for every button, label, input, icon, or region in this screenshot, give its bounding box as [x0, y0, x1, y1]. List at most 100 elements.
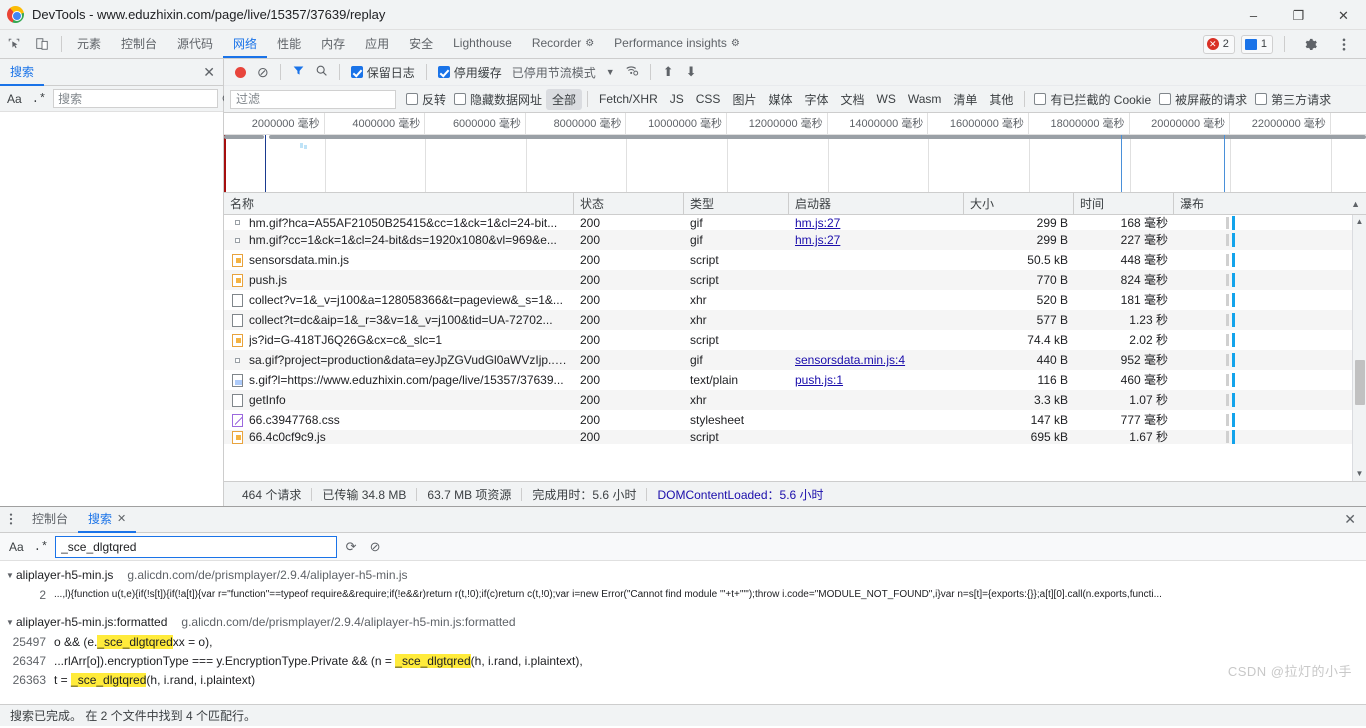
match-case-icon[interactable]: Aa	[4, 92, 25, 106]
column-header[interactable]: 时间	[1074, 192, 1174, 215]
timeline-selection-handle[interactable]	[1224, 135, 1225, 192]
cell-initiator[interactable]	[789, 310, 964, 330]
filter-type-css[interactable]: CSS	[690, 90, 727, 108]
timeline-selection-handle[interactable]	[1121, 135, 1122, 192]
search-icon[interactable]	[315, 64, 328, 80]
search-result-line[interactable]: 26347 ...rlArr[o]).encryptionType === y.E…	[0, 651, 1366, 670]
maximize-button[interactable]: ❐	[1276, 0, 1321, 30]
tab-lighthouse[interactable]: Lighthouse	[443, 30, 522, 58]
regex-icon[interactable]: .*	[29, 92, 49, 106]
cell-initiator[interactable]	[789, 390, 964, 410]
column-header[interactable]: 类型	[684, 192, 789, 215]
scrollbar-thumb[interactable]	[1355, 360, 1365, 405]
filter-input[interactable]	[230, 89, 396, 109]
blocked-cookies-checkbox[interactable]: 有已拦截的 Cookie	[1030, 91, 1155, 108]
cell-initiator[interactable]: push.js:1	[789, 370, 964, 390]
filter-type-js[interactable]: JS	[664, 90, 690, 108]
third-party-checkbox[interactable]: 第三方请求	[1251, 91, 1335, 108]
gear-icon[interactable]	[1296, 37, 1324, 52]
cell-initiator[interactable]: hm.js:27	[789, 230, 964, 250]
timeline-graph[interactable]	[224, 135, 1366, 192]
filter-type-fetch-xhr[interactable]: Fetch/XHR	[593, 90, 664, 108]
disable-cache-checkbox[interactable]: 停用缓存	[434, 64, 506, 81]
filter-type-media[interactable]: 媒体	[762, 89, 798, 110]
filter-type-font[interactable]: 字体	[798, 89, 834, 110]
preserve-log-checkbox[interactable]: 保留日志	[347, 64, 419, 81]
chevron-down-icon[interactable]: ▼	[602, 67, 619, 77]
left-panel-close-icon[interactable]: ✕	[195, 64, 223, 81]
cell-initiator[interactable]	[789, 290, 964, 310]
export-har-icon[interactable]: ⬇	[686, 64, 697, 80]
drawer-tab-search[interactable]: 搜索 ✕	[78, 507, 137, 533]
tab-network[interactable]: 网络	[223, 30, 268, 58]
table-row[interactable]: sensorsdata.min.js 200 script 50.5 kB 448 毫秒	[224, 250, 1366, 270]
tab-memory[interactable]: 内存	[311, 30, 355, 58]
table-row[interactable]: 66.4c0cf9c9.js 200 script 695 kB 1.67 秒	[224, 430, 1366, 444]
cell-initiator[interactable]	[789, 250, 964, 270]
regex-icon[interactable]: .*	[31, 540, 51, 554]
kebab-menu-icon[interactable]	[1330, 37, 1358, 52]
table-row[interactable]: sa.gif?project=production&data=eyJpZGVud…	[224, 350, 1366, 370]
network-conditions-icon[interactable]	[625, 64, 639, 80]
filter-type-other[interactable]: 其他	[983, 89, 1019, 110]
cell-initiator[interactable]: sensorsdata.min.js:4	[789, 350, 964, 370]
minimize-button[interactable]: –	[1231, 0, 1276, 30]
table-row[interactable]: s.gif?l=https://www.eduzhixin.com/page/l…	[224, 370, 1366, 390]
search-result-file-header[interactable]: ▼ aliplayer-h5-min.js g.alicdn.com/de/pris…	[0, 565, 1366, 585]
drawer-tab-console[interactable]: 控制台	[22, 507, 78, 533]
error-count-badge[interactable]: ✕ 2	[1202, 34, 1235, 54]
clear-icon[interactable]: ⊘	[257, 64, 269, 81]
match-case-icon[interactable]: Aa	[6, 540, 27, 554]
network-overview[interactable]: 2000000 毫秒 4000000 毫秒 6000000 毫秒 8000000 毫秒…	[224, 113, 1366, 193]
chevron-down-icon[interactable]: ▼	[4, 571, 16, 580]
search-result-file-header[interactable]: ▼ aliplayer-h5-min.js:formatted g.alicdn.c…	[0, 612, 1366, 632]
column-header[interactable]: 名称	[224, 192, 574, 215]
drawer-close-icon[interactable]: ✕	[1334, 511, 1366, 528]
cell-initiator[interactable]	[789, 427, 964, 447]
search-result-line[interactable]: 2 ...,l){function u(t,e){if(!s[t]){if(!a[…	[0, 585, 1366, 604]
column-header[interactable]: 瀑布 ▲	[1174, 193, 1366, 215]
table-row[interactable]: js?id=G-418TJ6Q26G&cx=c&_slc=1 200 script 7…	[224, 330, 1366, 350]
initiator-link[interactable]: sensorsdata.min.js:4	[795, 353, 905, 367]
filter-type-img[interactable]: 图片	[726, 89, 762, 110]
search-result-line[interactable]: 26363 t = _sce_dlgtqred(h, i.rand, i.plai…	[0, 670, 1366, 689]
drawer-search-input[interactable]	[55, 535, 338, 558]
filter-funnel-icon[interactable]	[292, 64, 305, 80]
tab-sources[interactable]: 源代码	[167, 30, 223, 58]
initiator-link[interactable]: hm.js:27	[795, 233, 840, 247]
device-toggle-icon[interactable]	[28, 30, 56, 58]
table-row[interactable]: hm.gif?hca=A55AF21050B25415&cc=1&ck=1&cl…	[224, 215, 1366, 230]
tab-recorder[interactable]: Recorder ⚙	[522, 30, 604, 58]
column-header[interactable]: 启动器	[789, 192, 964, 215]
column-header[interactable]: 大小	[964, 192, 1074, 215]
refresh-icon[interactable]: ⟳	[341, 539, 361, 555]
tab-application[interactable]: 应用	[355, 30, 399, 58]
chevron-down-icon[interactable]: ▼	[4, 618, 16, 627]
table-row[interactable]: collect?v=1&_v=j100&a=128058366&t=pagevi…	[224, 290, 1366, 310]
invert-checkbox[interactable]: 反转	[402, 91, 450, 108]
table-row[interactable]: push.js 200 script 770 B 824 毫秒	[224, 270, 1366, 290]
tab-security[interactable]: 安全	[399, 30, 443, 58]
filter-type-doc[interactable]: 文档	[834, 89, 870, 110]
left-search-input[interactable]	[53, 89, 219, 108]
tab-console[interactable]: 控制台	[111, 30, 167, 58]
filter-type-wasm[interactable]: Wasm	[902, 90, 948, 108]
hide-data-urls-checkbox[interactable]: 隐藏数据网址	[450, 91, 546, 108]
filter-type-manifest[interactable]: 清单	[947, 89, 983, 110]
filter-type-ws[interactable]: WS	[871, 90, 902, 108]
filter-type-all[interactable]: 全部	[546, 88, 583, 110]
initiator-link[interactable]: hm.js:27	[795, 216, 840, 230]
import-har-icon[interactable]: ⬆	[663, 64, 674, 80]
left-panel-tab-search[interactable]: 搜索	[0, 59, 45, 86]
record-button[interactable]	[235, 66, 246, 78]
throttling-label[interactable]: 已停用节流模式	[508, 64, 600, 81]
scroll-down-arrow[interactable]: ▼	[1356, 467, 1364, 481]
column-header[interactable]: 状态	[574, 192, 684, 215]
message-count-badge[interactable]: 1	[1240, 34, 1273, 54]
table-row[interactable]: getInfo 200 xhr 3.3 kB 1.07 秒	[224, 390, 1366, 410]
blocked-requests-checkbox[interactable]: 被屏蔽的请求	[1155, 91, 1251, 108]
sort-arrow-icon[interactable]: ▲	[1351, 193, 1360, 215]
table-row[interactable]: collect?t=dc&aip=1&_r=3&v=1&_v=j100&tid=…	[224, 310, 1366, 330]
tab-performance-insights[interactable]: Performance insights ⚙	[604, 30, 750, 58]
table-scrollbar[interactable]: ▲ ▼	[1352, 215, 1366, 481]
